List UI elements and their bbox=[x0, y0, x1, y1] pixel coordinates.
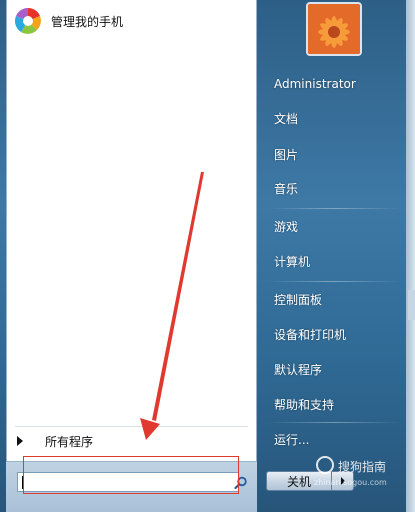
app-label: 管理我的手机 bbox=[51, 14, 124, 29]
triangle-right-icon bbox=[17, 436, 23, 446]
user-picture[interactable] bbox=[306, 2, 362, 56]
menu-divider bbox=[268, 281, 400, 282]
menu-item-label: 计算机 bbox=[274, 254, 311, 269]
menu-item-help-support[interactable]: 帮助和支持 bbox=[268, 389, 400, 419]
menu-item-devices-printers[interactable]: 设备和打印机 bbox=[268, 319, 400, 349]
watermark-url: zhinan.sogou.com bbox=[314, 478, 387, 487]
scrollbar-fragment bbox=[408, 290, 415, 320]
watermark-text: 搜狗指南 bbox=[338, 460, 387, 474]
watermark: 搜狗指南 zhinan.sogou.com bbox=[314, 456, 414, 496]
menu-item-label: 设备和打印机 bbox=[274, 327, 347, 342]
menu-item-music[interactable]: 音乐 bbox=[268, 173, 400, 203]
menu-item-label: 文档 bbox=[274, 111, 299, 126]
menu-item-label: 默认程序 bbox=[274, 362, 323, 377]
all-programs-label: 所有程序 bbox=[45, 434, 94, 449]
menu-item-label: 运行... bbox=[274, 432, 310, 447]
menu-item-label: Administrator bbox=[274, 77, 356, 91]
app-icon bbox=[13, 6, 43, 36]
menu-item-computer[interactable]: 计算机 bbox=[268, 246, 400, 276]
menu-divider bbox=[268, 208, 400, 209]
menu-item-label: 图片 bbox=[274, 147, 299, 162]
menu-item-games[interactable]: 游戏 bbox=[268, 211, 400, 241]
menu-item-label: 音乐 bbox=[274, 181, 299, 196]
all-programs-button[interactable]: 所有程序 bbox=[17, 430, 247, 452]
menu-item-run[interactable]: 运行... bbox=[268, 424, 400, 454]
menu-item-administrator[interactable]: Administrator bbox=[268, 69, 400, 99]
menu-item-documents[interactable]: 文档 bbox=[268, 103, 400, 133]
pinned-app-item[interactable]: 管理我的手机 bbox=[13, 4, 249, 38]
menu-item-default-programs[interactable]: 默认程序 bbox=[268, 354, 400, 384]
divider bbox=[15, 426, 248, 427]
window-edge bbox=[406, 0, 415, 512]
annotation-highlight-box bbox=[23, 456, 239, 494]
menu-item-control-panel[interactable]: 控制面板 bbox=[268, 284, 400, 314]
watermark-logo bbox=[316, 456, 334, 474]
shutdown-label: 关机 bbox=[286, 474, 311, 489]
menu-item-label: 游戏 bbox=[274, 219, 299, 234]
start-menu-left-pane: 管理我的手机 所有程序 bbox=[6, 0, 257, 462]
menu-divider bbox=[268, 422, 400, 423]
menu-item-label: 帮助和支持 bbox=[274, 397, 335, 412]
menu-item-pictures[interactable]: 图片 bbox=[268, 139, 400, 169]
menu-item-label: 控制面板 bbox=[274, 292, 323, 307]
